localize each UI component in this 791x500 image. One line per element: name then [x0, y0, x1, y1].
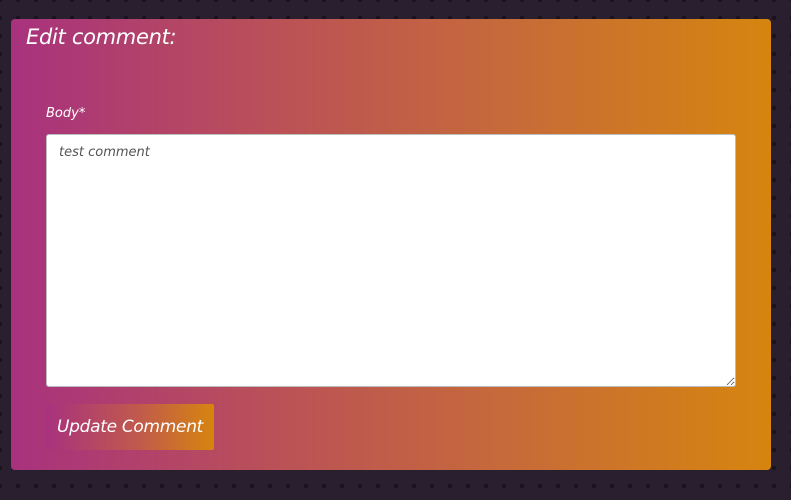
body-textarea[interactable]: test comment: [46, 134, 736, 387]
body-label: Body*: [46, 106, 86, 121]
update-comment-button[interactable]: Update Comment: [46, 404, 214, 450]
edit-comment-card: Edit comment: Body* test comment Update …: [11, 19, 771, 470]
page-title: Edit comment:: [26, 25, 177, 49]
